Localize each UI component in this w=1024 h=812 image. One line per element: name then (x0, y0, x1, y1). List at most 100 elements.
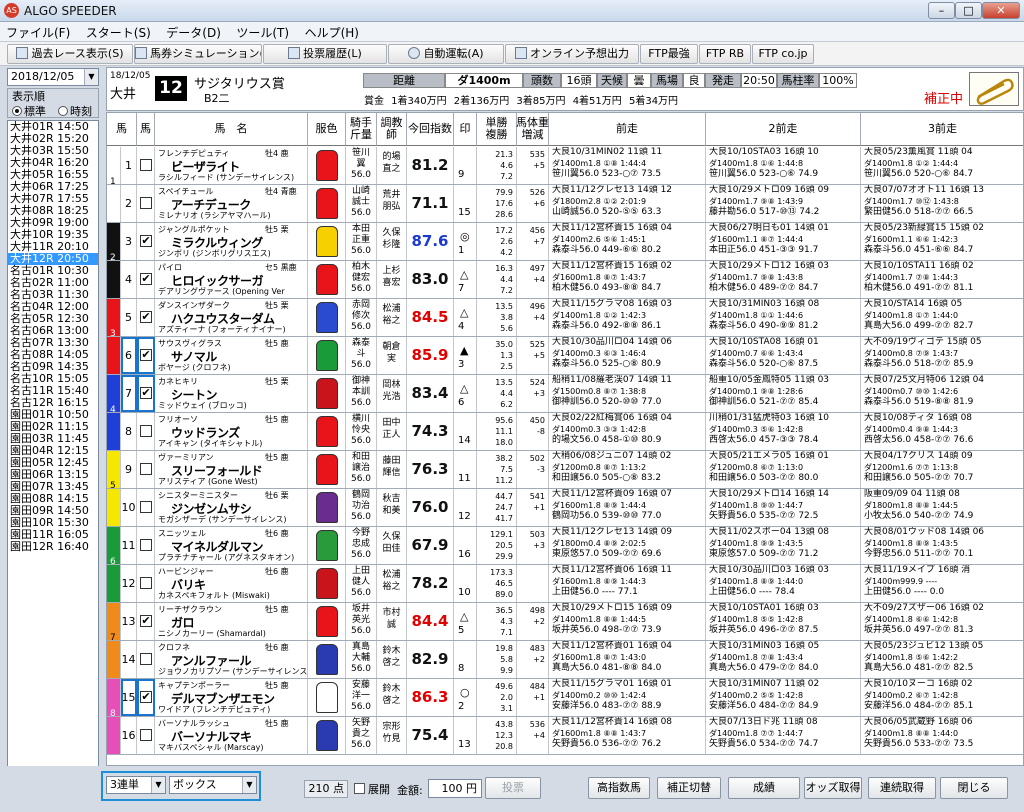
mark-cell[interactable]: △ 4 (454, 299, 477, 336)
third-last-race-cell[interactable]: 大良07/07オオト11 16頭 13 ダ1400m1.7 ⑩⑫ 1:43:8 繁田… (861, 185, 1023, 222)
horse-checkbox[interactable] (140, 159, 152, 171)
ftp-rb-button[interactable]: FTP RB (699, 44, 751, 64)
last-race-cell[interactable]: 大良10/30品川ロ04 14頭 06 ダ1400m0.3 ⑥③ 1:46:4 森泰… (549, 337, 706, 374)
race-list[interactable]: 大井01R 14:50 大井02R 15:20 大井03R 15:50 大井04R 1… (7, 120, 99, 810)
last-race-cell[interactable]: 大良11/12宮杯貴14 16頭 08 ダ1600m1.8 ⑧⑧ 1:43:7 矢野… (549, 717, 706, 754)
third-last-race-cell[interactable]: 大良10/10ヌーコ 16頭 02 ダ1400m0.2 ⑥⑦ 1:42:8 安藤洋5… (861, 679, 1023, 716)
order-time-radio[interactable]: 時刻 (58, 103, 92, 119)
horse-name-cell[interactable]: カネヒキリ 牡5 栗シートン ミッドウェイ (ブロッコ) (155, 375, 308, 412)
last-race-cell[interactable]: 大良11/12宮杯貴15 16頭 04 ダ1400m2.6 ⑤⑥ 1:45:1 森泰… (549, 223, 706, 260)
second-last-race-cell[interactable]: 船重10/05金鳳特05 11頭 03 ダ1400m0.1 ⑨⑧ 1:28:6 御神… (706, 375, 861, 412)
online-forecast-button[interactable]: オンライン予想出力 (505, 44, 639, 64)
third-last-race-cell[interactable]: 大良10/08ティタ 16頭 08 ダ1400m0.4 ⑨⑧ 1:44:3 西啓太5… (861, 413, 1023, 450)
odds-fetch-button[interactable]: オッズ取得 (804, 777, 862, 799)
horse-checkbox-cell[interactable] (137, 641, 155, 678)
horse-checkbox-cell[interactable] (137, 413, 155, 450)
high-index-button[interactable]: 高指数馬 (588, 777, 650, 799)
horse-name-cell[interactable]: ダンスインザダーク 牡5 栗ハクユウスターダム アズティーナ (フォーティナイナー) (155, 299, 308, 336)
last-race-cell[interactable]: 大良11/15グラマ08 16頭 03 ダ1400m1.8 ①② 1:42:3 森泰… (549, 299, 706, 336)
horse-row[interactable]: 8 15 ✔ キャプテンポーラー 牡5 鹿デルマブンザエモン ワイドア (フレンチデピュテ… (107, 679, 1023, 717)
horse-name-cell[interactable]: スニッツェル 牡6 鹿マイネルダルマン プラチナチャール (アグネスタキオン) (155, 527, 308, 564)
mark-cell[interactable]: 16 (454, 527, 477, 564)
mark-cell[interactable]: ◎ 1 (454, 223, 477, 260)
horse-row[interactable]: 5 9 ヴァーミリアン 牡5 鹿スリーフォールド アリスティア (Gone West) 和… (107, 451, 1023, 489)
second-last-race-cell[interactable]: 大良10/31MIN03 16頭 05 ダ1400m1.8 ⑦⑧ 1:43:4 真島… (706, 641, 861, 678)
second-last-race-cell[interactable]: 大良10/10STA08 16頭 01 ダ1400m0.7 ⑥⑥ 1:43:4 森泰… (706, 337, 861, 374)
expand-checkbox[interactable]: 展開 (354, 781, 390, 797)
horse-row[interactable]: 6 11 スニッツェル 牡6 鹿マイネルダルマン プラチナチャール (アグネスタキオン)… (107, 527, 1023, 565)
third-last-race-cell[interactable]: 大良08/01ウッド08 14頭 06 ダ1400m1.8 ⑧⑨ 1:43:5 今野… (861, 527, 1023, 564)
horse-checkbox-cell[interactable]: ✔ (137, 299, 155, 336)
close-button[interactable]: ✕ (982, 2, 1020, 19)
third-last-race-cell[interactable]: 大良10/STA14 16頭 05 ダ1400m1.8 ①⑦ 1:44:0 真島大5… (861, 299, 1023, 336)
close-window-button[interactable]: 閉じる (940, 777, 1008, 799)
second-last-race-cell[interactable]: 大良10/10STA03 16頭 10 ダ1400m1.8 ①⑥ 1:44:8 笹川… (706, 147, 861, 184)
second-last-race-cell[interactable]: 大良10/10STA01 16頭 03 ダ1400m1.8 ⑤⑤ 1:42:8 坂井… (706, 603, 861, 640)
horse-name-cell[interactable]: バーソナルラッシュ 牡5 鹿バーソナルマキ マキバスペシャル (Marscay) (155, 717, 308, 754)
horse-name-cell[interactable]: スペイチュール 牡4 青鹿 アーチデューク ミレナリオ (ラシアヤマハール) (155, 185, 308, 222)
menu-help[interactable]: ヘルプ(H) (299, 22, 365, 43)
mark-cell[interactable]: 8 (454, 641, 477, 678)
horse-checkbox-cell[interactable]: ✔ (137, 337, 155, 374)
horse-row[interactable]: 2 スペイチュール 牡4 青鹿 アーチデューク ミレナリオ (ラシアヤマハール) 山崎 誠… (107, 185, 1023, 223)
auto-run-button[interactable]: 自動運転(A) (388, 44, 504, 64)
mark-cell[interactable]: △ 5 (454, 603, 477, 640)
ftp-saikyo-button[interactable]: FTP最強 (640, 44, 698, 64)
second-last-race-cell[interactable]: 大良06/27明日も01 14頭 01 ダ1600m1.1 ⑧⑦ 1:44:4 本田… (706, 223, 861, 260)
mark-cell[interactable]: 12 (454, 489, 477, 526)
bet-simulation-button[interactable]: 馬券シミュレーション(B) (134, 44, 262, 64)
horse-row[interactable]: 12 ハービンジャー 牡6 鹿バリキ カネスペキフォルト (Miswaki) 上田 健人… (107, 565, 1023, 603)
third-last-race-cell[interactable]: 大不09/27ズザー06 16頭 02 ダ1400m1.8 ⑥⑥ 1:42:8 坂井… (861, 603, 1023, 640)
maximize-button[interactable]: □ (955, 2, 982, 19)
horse-checkbox-cell[interactable] (137, 451, 155, 488)
horse-row[interactable]: 8 フリオーソ 牡5 鹿ウッドランズ アイキャン (タイキシャトル) 横川 怜央 56.… (107, 413, 1023, 451)
horse-checkbox-cell[interactable] (137, 527, 155, 564)
bet-type-select[interactable]: 3連単 ▼ (106, 776, 166, 794)
mark-cell[interactable]: ○ 2 (454, 679, 477, 716)
race-list-item[interactable]: 園田12R 16:40 (8, 541, 98, 553)
last-race-cell[interactable]: 大良11/12宮杯貴06 16頭 11 ダ1600m1.8 ⑧⑨ 1:44:3 上田… (549, 565, 706, 602)
last-race-cell[interactable]: 大良02/22紅梅賞06 16頭 04 ダ1400m0.3 ③③ 1:42:8 的場… (549, 413, 706, 450)
horse-row[interactable]: 4 7 ✔ カネヒキリ 牡5 栗シートン ミッドウェイ (ブロッコ) 御神 本訓 56.0 岡… (107, 375, 1023, 413)
vote-button[interactable]: 投票 (485, 777, 541, 799)
horse-checkbox-cell[interactable]: ✔ (137, 603, 155, 640)
horse-row[interactable]: 2 3 ✔ ジャングルポケット 牡5 栗ミラクルウィング ジンボリ (ジンボリグリスエス)… (107, 223, 1023, 261)
horse-checkbox[interactable] (140, 197, 152, 209)
horse-checkbox[interactable]: ✔ (140, 235, 152, 247)
mark-cell[interactable]: △ 7 (454, 261, 477, 298)
mark-cell[interactable]: 11 (454, 451, 477, 488)
horse-row[interactable]: 4 ✔ パイロ セ5 黒鹿 ヒロイックサーガ デアリングヴァース (Opening Ver… (107, 261, 1023, 299)
third-last-race-cell[interactable]: 大良10/10STA11 16頭 02 ダ1400m1.7 ⑦⑧ 1:44:3 柏木… (861, 261, 1023, 298)
bet-mode-select[interactable]: ボックス ▼ (169, 776, 257, 794)
horse-checkbox[interactable] (140, 539, 152, 551)
last-race-cell[interactable]: 大良11/15グラマ01 16頭 01 ダ1400m0.2 ⑩⑩ 1:42:4 安藤… (549, 679, 706, 716)
second-last-race-cell[interactable]: 大良05/21エメラ05 16頭 01 ダ1200m0.8 ⑥⑦ 1:13:0 和田… (706, 451, 861, 488)
horse-checkbox-cell[interactable]: ✔ (137, 223, 155, 260)
menu-start[interactable]: スタート(S) (80, 22, 157, 43)
horse-checkbox[interactable]: ✔ (140, 387, 152, 399)
horse-checkbox[interactable] (140, 577, 152, 589)
last-race-cell[interactable]: 大良11/12宮杯貴15 16頭 02 ダ1600m1.8 ⑧⑦ 1:43:7 柏木… (549, 261, 706, 298)
third-last-race-cell[interactable]: 阪重09/09 04 11頭 08 ダ1800m1.8 ⑧⑧ 1:44:5 小牧太5… (861, 489, 1023, 526)
horse-name-cell[interactable]: シニスターミニスター 牡6 栗ジンゼンムサシ モガシザーデ (サンデーサイレンス) (155, 489, 308, 526)
horse-name-cell[interactable]: キャプテンポーラー 牡5 鹿デルマブンザエモン ワイドア (フレンチデピュティ) (155, 679, 308, 716)
horse-checkbox-cell[interactable]: ✔ (137, 679, 155, 716)
horse-name-cell[interactable]: パイロ セ5 黒鹿 ヒロイックサーガ デアリングヴァース (Opening Ver (155, 261, 308, 298)
horse-name-cell[interactable]: リーチザクラウン 牡5 鹿ガロ ニシノカーリー (Shamardal) (155, 603, 308, 640)
continuous-fetch-button[interactable]: 連続取得 (868, 777, 936, 799)
horse-checkbox[interactable] (140, 653, 152, 665)
order-standard-radio[interactable]: 標準 (12, 103, 46, 119)
last-race-cell[interactable]: 大良11/12宮杯貴09 16頭 07 ダ1600m1.8 ⑧⑨ 1:44:4 鶴岡… (549, 489, 706, 526)
second-last-race-cell[interactable]: 大良10/29メトロ14 16頭 14 ダ1400m1.8 ⑨⑩ 1:44:7 矢野… (706, 489, 861, 526)
third-last-race-cell[interactable]: 大良05/23薫風賞 11頭 04 ダ1400m1.8 ①② 1:44:4 笹川翼5… (861, 147, 1023, 184)
third-last-race-cell[interactable]: 大良07/25文月特06 12頭 04 ダ1400m0.7 ⑩⑩ 1:42:6 森泰… (861, 375, 1023, 412)
horse-checkbox[interactable] (140, 463, 152, 475)
horse-name-cell[interactable]: ジャングルポケット 牡5 栗ミラクルウィング ジンボリ (ジンボリグリスエス) (155, 223, 308, 260)
horse-checkbox-cell[interactable] (137, 489, 155, 526)
second-last-race-cell[interactable]: 大良10/29メトロ09 16頭 09 ダ1400m1.7 ⑨⑧ 1:43:9 藤井… (706, 185, 861, 222)
horse-row[interactable]: 14 クロフネ 牡6 鹿アンルファール ジョウノカリプソー (サンデーサイレンス) 真島… (107, 641, 1023, 679)
horse-checkbox-cell[interactable] (137, 147, 155, 184)
horse-checkbox[interactable]: ✔ (140, 691, 152, 703)
third-last-race-cell[interactable]: 大不09/19ヴィゴテ 15頭 05 ダ1400m0.8 ⑦⑨ 1:43:7 森泰斗… (861, 337, 1023, 374)
horse-row[interactable]: 3 5 ✔ ダンスインザダーク 牡5 栗ハクユウスターダム アズティーナ (フォーティナイ… (107, 299, 1023, 337)
